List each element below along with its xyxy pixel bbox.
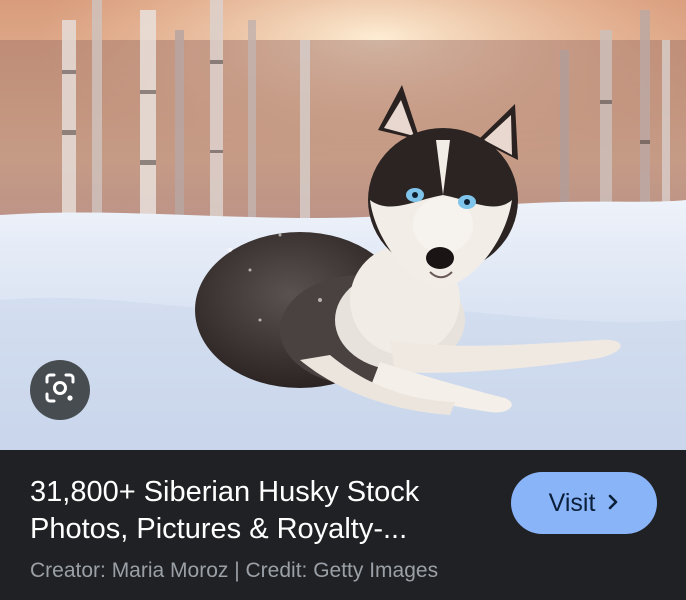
lens-search-button[interactable] (30, 360, 90, 420)
chevron-right-icon (607, 489, 619, 518)
visit-button[interactable]: Visit (511, 472, 657, 534)
husky-photo[interactable] (0, 0, 686, 450)
visit-label: Visit (548, 488, 596, 517)
result-title-line2: Photos, Pictures & Royalty-... (30, 513, 408, 545)
creator-credit: Creator: Maria Moroz | Credit: Getty Ima… (30, 559, 439, 582)
image-result-card: 31,800+ Siberian Husky Stock Photos, Pic… (0, 0, 686, 600)
lens-search-icon (43, 371, 77, 410)
result-title-line1: 31,800+ Siberian Husky Stock (30, 476, 420, 508)
result-title[interactable]: 31,800+ Siberian Husky Stock Photos, Pic… (30, 474, 490, 548)
